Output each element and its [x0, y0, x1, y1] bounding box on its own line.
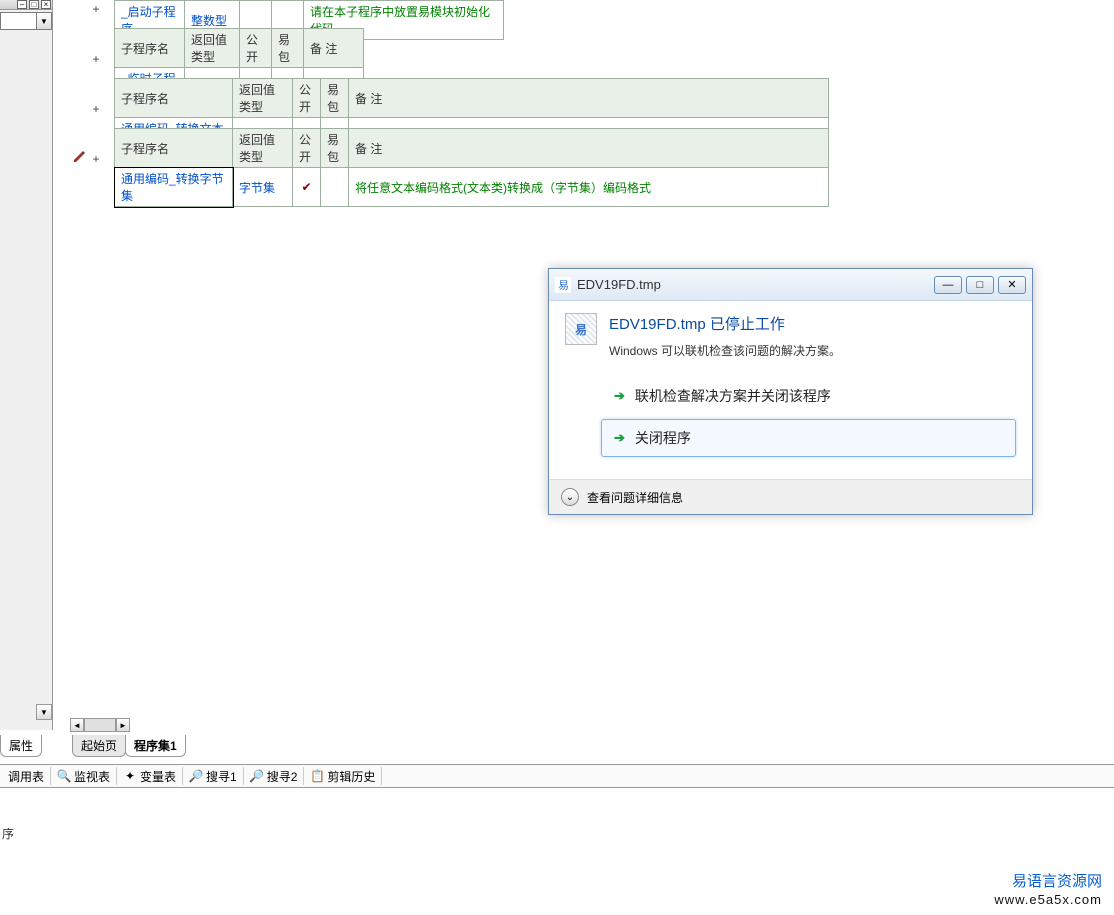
variable-icon: ✦ — [123, 769, 137, 783]
find1-button[interactable]: 🔎搜寻1 — [183, 767, 244, 785]
status-text: 序 — [0, 825, 14, 842]
app-large-icon: 易 — [565, 313, 597, 345]
tab-startpage[interactable]: 起始页 — [72, 735, 126, 757]
magnifier-icon: 🔍 — [57, 769, 71, 783]
arrow-right-icon: ➔ — [614, 430, 625, 446]
calltable-button[interactable]: 调用表 — [2, 767, 51, 785]
properties-tab[interactable]: 属性 — [0, 735, 42, 757]
col-remark: 备 注 — [304, 29, 364, 68]
clip-label: 剪辑历史 — [327, 768, 375, 785]
arrow-right-icon: ➔ — [614, 388, 625, 404]
watch-label: 监视表 — [74, 768, 110, 785]
watermark-line2: www.e5a5x.com — [994, 892, 1102, 909]
restore-panel-icon[interactable]: □ — [29, 0, 39, 9]
watermark: 易语言资源网 www.e5a5x.com — [994, 873, 1102, 909]
error-dialog: 易 EDV19FD.tmp — □ ✕ 易 EDV19FD.tmp 已停止工作 … — [548, 268, 1033, 515]
find2-button[interactable]: 🔎搜寻2 — [244, 767, 305, 785]
find2-label: 搜寻2 — [267, 768, 298, 785]
col-pkg: 易包 — [272, 29, 304, 68]
col-pkg: 易包 — [321, 79, 349, 118]
col-public: 公开 — [240, 29, 272, 68]
sub-remark[interactable]: 将任意文本编码格式(文本类)转换成（字节集）编码格式 — [349, 168, 829, 207]
dialog-body: 易 EDV19FD.tmp 已停止工作 Windows 可以联机检查该问题的解决… — [549, 301, 1032, 479]
scroll-down-icon[interactable]: ▼ — [36, 704, 52, 720]
details-link[interactable]: 查看问题详细信息 — [587, 489, 683, 506]
col-public: 公开 — [293, 129, 321, 168]
minimize-button[interactable]: — — [934, 276, 962, 294]
close-button[interactable]: ✕ — [998, 276, 1026, 294]
watch-button[interactable]: 🔍监视表 — [51, 767, 117, 785]
dialog-subtext: Windows 可以联机检查该问题的解决方案。 — [609, 342, 841, 359]
expand-icon[interactable]: + — [90, 54, 102, 66]
close-panel-icon[interactable]: × — [41, 0, 51, 9]
col-subname: 子程序名 — [115, 79, 233, 118]
scroll-track[interactable] — [84, 718, 116, 732]
col-return: 返回值类型 — [185, 29, 240, 68]
dialog-heading: EDV19FD.tmp 已停止工作 — [609, 313, 841, 334]
col-subname: 子程序名 — [115, 29, 185, 68]
cliphistory-button[interactable]: 📋剪辑历史 — [304, 767, 382, 785]
calltable-label: 调用表 — [8, 768, 44, 785]
find1-label: 搜寻1 — [206, 768, 237, 785]
search-icon: 🔎 — [250, 769, 264, 783]
chevron-down-icon[interactable]: ▼ — [36, 13, 51, 29]
chevron-down-icon[interactable]: ⌄ — [561, 488, 579, 506]
horizontal-scroll[interactable]: ◄ ► — [70, 718, 130, 732]
vars-label: 变量表 — [140, 768, 176, 785]
expand-icon[interactable]: + — [90, 4, 102, 16]
dialog-titlebar[interactable]: 易 EDV19FD.tmp — □ ✕ — [549, 269, 1032, 301]
col-return: 返回值类型 — [233, 79, 293, 118]
expand-icon[interactable]: + — [90, 154, 102, 166]
bottom-toolbar: 调用表 🔍监视表 ✦变量表 🔎搜寻1 🔎搜寻2 📋剪辑历史 — [0, 764, 1114, 788]
scroll-right-icon[interactable]: ► — [116, 718, 130, 732]
left-panel-toolbar: – □ × — [0, 0, 52, 10]
left-properties-panel: – □ × ▼ ▼ — [0, 0, 53, 730]
sub-name-editing[interactable]: 通用编码_转换字节集 — [115, 168, 233, 207]
gutter: + + + + — [70, 0, 104, 730]
action2-label: 关闭程序 — [635, 428, 691, 448]
watermark-line1: 易语言资源网 — [994, 873, 1102, 893]
check-online-button[interactable]: ➔ 联机检查解决方案并关闭该程序 — [601, 377, 1016, 415]
vars-button[interactable]: ✦变量表 — [117, 767, 183, 785]
col-remark: 备 注 — [349, 129, 829, 168]
sub-public-check[interactable]: ✔ — [293, 168, 321, 207]
action1-label: 联机检查解决方案并关闭该程序 — [635, 386, 831, 406]
close-program-button[interactable]: ➔ 关闭程序 — [601, 419, 1016, 457]
maximize-button[interactable]: □ — [966, 276, 994, 294]
col-public: 公开 — [293, 79, 321, 118]
search-icon: 🔎 — [189, 769, 203, 783]
col-remark: 备 注 — [349, 79, 829, 118]
editor-tabs: 起始页 程序集1 — [72, 735, 185, 757]
col-subname: 子程序名 — [115, 129, 233, 168]
col-pkg: 易包 — [321, 129, 349, 168]
edit-pen-icon — [72, 150, 86, 164]
minimize-panel-icon[interactable]: – — [17, 0, 27, 9]
dialog-footer: ⌄ 查看问题详细信息 — [549, 479, 1032, 514]
sub-pkg[interactable] — [321, 168, 349, 207]
subroutine-table-4: 子程序名 返回值类型 公开 易包 备 注 通用编码_转换字节集 字节集 ✔ 将任… — [114, 128, 829, 207]
svg-text:易: 易 — [558, 279, 569, 292]
app-icon: 易 — [555, 277, 571, 293]
clipboard-icon: 📋 — [310, 769, 324, 783]
dialog-title-text: EDV19FD.tmp — [577, 277, 934, 292]
scroll-left-icon[interactable]: ◄ — [70, 718, 84, 732]
expand-icon[interactable]: + — [90, 104, 102, 116]
sub-return-type[interactable]: 字节集 — [233, 168, 293, 207]
tab-programset[interactable]: 程序集1 — [125, 735, 186, 757]
col-return: 返回值类型 — [233, 129, 293, 168]
left-combo[interactable]: ▼ — [0, 12, 52, 30]
